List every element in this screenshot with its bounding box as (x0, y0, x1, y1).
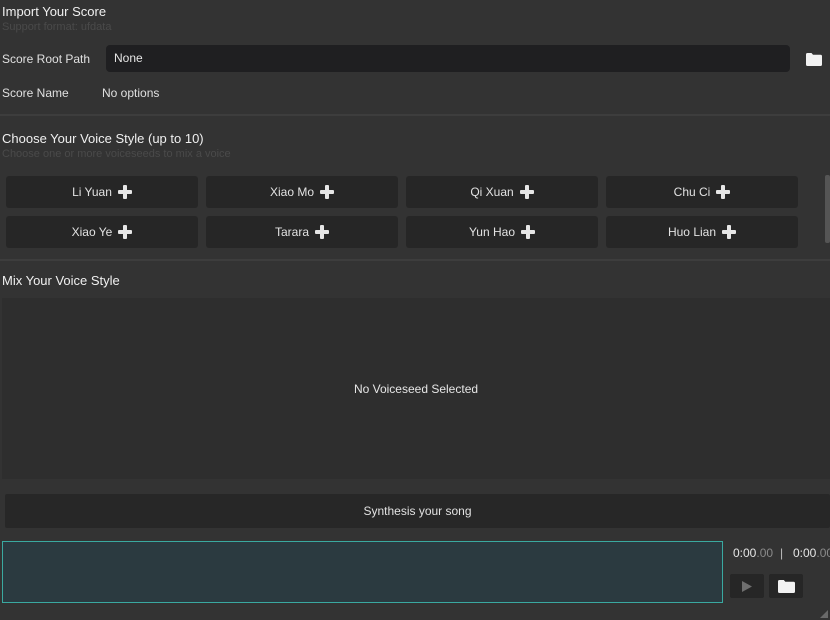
synthesis-button[interactable]: Synthesis your song (5, 494, 830, 528)
folder-icon (777, 579, 795, 593)
plus-icon (315, 225, 329, 239)
total-time: 0:00.00 (793, 546, 830, 560)
resize-grip[interactable] (820, 610, 828, 618)
play-button[interactable] (730, 574, 764, 598)
voice-label: Huo Lian (667, 225, 717, 239)
voice-button-chu-ci[interactable]: Chu Ci (606, 176, 798, 208)
play-icon (742, 580, 752, 592)
waveform-display[interactable] (2, 541, 723, 603)
score-root-path-input[interactable]: None (106, 45, 790, 72)
mix-empty-message: No Voiceseed Selected (353, 381, 479, 396)
plus-icon (521, 225, 536, 239)
plus-icon (118, 225, 133, 239)
voice-button-tarara[interactable]: Tarara (206, 216, 398, 248)
open-output-folder-button[interactable] (769, 574, 803, 598)
plus-icon (117, 185, 132, 199)
voice-label: Xiao Mo (269, 185, 315, 199)
browse-folder-button[interactable] (804, 49, 824, 69)
voice-button-li-yuan[interactable]: Li Yuan (6, 176, 198, 208)
plus-icon (320, 185, 335, 199)
voice-label: Qi Xuan (470, 185, 514, 199)
voice-label: Chu Ci (673, 185, 711, 199)
voice-label: Xiao Ye (71, 225, 113, 239)
voice-list-scrollbar[interactable] (825, 175, 830, 243)
voice-button-xiao-ye[interactable]: Xiao Ye (6, 216, 198, 248)
folder-icon (806, 52, 822, 66)
voice-style-section-title: Choose Your Voice Style (up to 10) (2, 131, 204, 146)
mix-section-title: Mix Your Voice Style (2, 273, 120, 288)
voice-label: Yun Hao (468, 225, 516, 239)
voice-button-xiao-mo[interactable]: Xiao Mo (206, 176, 398, 208)
import-section-title: Import Your Score (2, 4, 107, 19)
app-window: Import Your Score Support format: ufdata… (0, 0, 830, 620)
plus-icon (716, 185, 731, 199)
import-format-hint: Support format: ufdata (2, 21, 112, 33)
voice-button-qi-xuan[interactable]: Qi Xuan (406, 176, 598, 208)
section-divider (0, 114, 830, 116)
voice-label: Li Yuan (72, 185, 112, 199)
plus-icon (519, 185, 534, 199)
voice-button-yun-hao[interactable]: Yun Hao (406, 216, 598, 248)
voice-style-hint: Choose one or more voiceseeds to mix a v… (2, 148, 231, 160)
score-root-path-label: Score Root Path (2, 52, 91, 66)
score-name-select[interactable]: No options (102, 86, 159, 100)
section-divider (0, 259, 830, 261)
plus-icon (722, 225, 737, 239)
time-separator: | (780, 546, 784, 560)
current-time: 0:00.00 (733, 546, 774, 560)
score-name-label: Score Name (2, 86, 69, 100)
mix-panel: No Voiceseed Selected (2, 298, 830, 479)
voice-button-huo-lian[interactable]: Huo Lian (606, 216, 798, 248)
voice-label: Tarara (274, 225, 309, 239)
